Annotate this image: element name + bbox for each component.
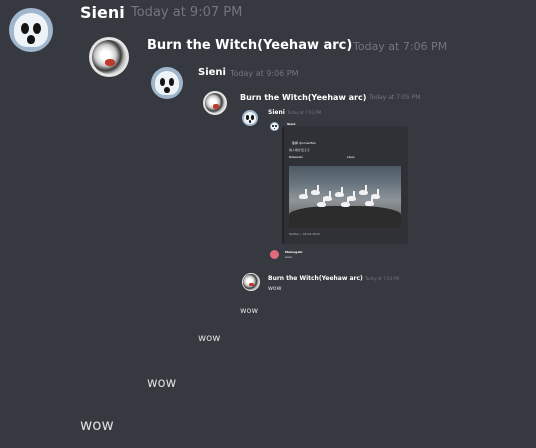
tweet-text: 鳩人間が出るそ bbox=[289, 148, 311, 152]
sieni-avatar-icon[interactable] bbox=[9, 8, 53, 52]
message-text: wow bbox=[80, 416, 114, 434]
sieni-avatar-icon[interactable] bbox=[151, 67, 183, 99]
message-text: wow bbox=[240, 306, 258, 315]
message-author[interactable]: Burn the Witch(Yeehaw arc) bbox=[240, 93, 366, 102]
message-text: wow bbox=[198, 333, 221, 344]
message-timestamp: Today at 7:03 PM bbox=[287, 110, 322, 115]
message-author[interactable]: Sieni bbox=[198, 67, 226, 78]
message-text: wow bbox=[147, 376, 177, 391]
retweets-label: Retweets bbox=[289, 155, 303, 159]
message-timestamp: Today at 7:06 PM bbox=[353, 40, 448, 53]
likes-label: Likes bbox=[347, 155, 355, 159]
witch-avatar-icon[interactable] bbox=[203, 91, 227, 115]
message-text: wow bbox=[268, 285, 282, 292]
message-timestamp: Today at 9:07 PM bbox=[131, 5, 243, 20]
embed-footer: Twitter • 02.04.2022 bbox=[289, 232, 320, 236]
sieni-avatar-icon[interactable] bbox=[270, 122, 279, 131]
message-timestamp: Today at 9:06 PM bbox=[230, 69, 299, 78]
message-timestamp: Today at 7:04 PM bbox=[365, 276, 400, 281]
witch-avatar-icon[interactable] bbox=[242, 273, 260, 291]
witch-avatar-icon[interactable] bbox=[89, 37, 129, 77]
reply-text: wow bbox=[285, 255, 292, 259]
message-author[interactable]: Burn the Witch(Yeehaw arc) bbox=[147, 38, 352, 53]
message-author[interactable]: Burn the Witch(Yeehaw arc) bbox=[268, 275, 363, 282]
sieni-avatar-icon[interactable] bbox=[242, 110, 258, 126]
message-timestamp: Today at 7:05 PM bbox=[369, 94, 421, 101]
user-avatar-icon[interactable] bbox=[270, 250, 279, 259]
message-author[interactable]: Sieni bbox=[268, 109, 285, 116]
tweet-author[interactable]: 魚卵 @omanfish bbox=[292, 141, 316, 145]
tweet-photo[interactable] bbox=[289, 166, 401, 228]
message-author[interactable]: Sieni bbox=[80, 3, 125, 22]
reply-author[interactable]: Mamegaki bbox=[285, 250, 302, 254]
